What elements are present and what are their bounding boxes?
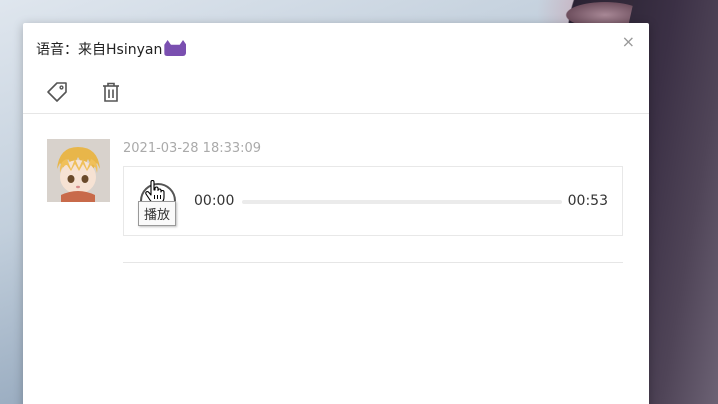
delete-button[interactable] [99, 80, 123, 104]
message-divider [123, 262, 623, 263]
anime-avatar-image [47, 139, 110, 202]
progress-bar[interactable] [242, 200, 562, 204]
tag-icon [47, 82, 67, 102]
tag-button[interactable] [45, 80, 69, 104]
toolbar [45, 77, 123, 107]
total-time: 00:53 [567, 193, 608, 209]
close-button[interactable]: × [622, 32, 635, 51]
avatar[interactable] [47, 139, 110, 202]
play-tooltip: 播放 [138, 201, 177, 226]
message-timestamp: 2021-03-28 18:33:09 [123, 141, 262, 156]
trash-icon [103, 82, 119, 102]
monster-emoji-icon [164, 40, 187, 56]
current-time: 00:00 [194, 193, 235, 209]
dialog-title-text: 语音：来自Hsinyan [36, 42, 163, 58]
toolbar-divider [23, 113, 649, 114]
dialog-title: 语音：来自Hsinyan [36, 39, 187, 59]
voice-message-dialog: 语音：来自Hsinyan × 2021-03-28 18:33:09 00:00… [23, 23, 649, 404]
audio-player: 00:00 00:53 [123, 166, 623, 236]
